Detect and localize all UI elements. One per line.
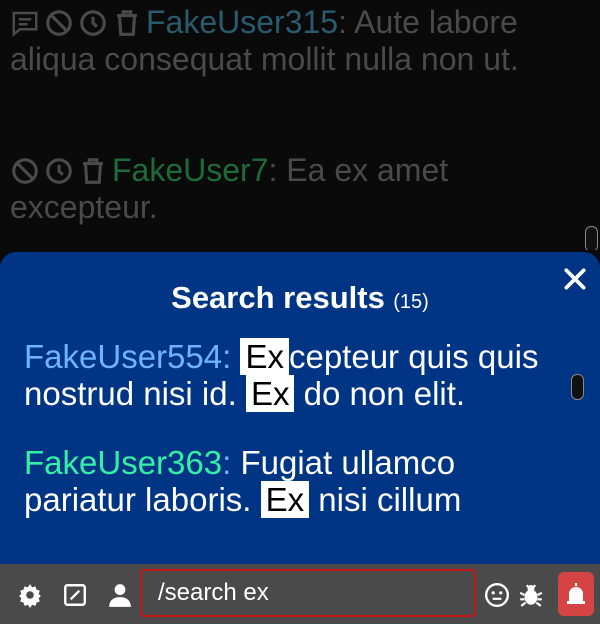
results-list: FakeUser554: Ex cepteur quis quis nostrud…	[24, 338, 554, 550]
trash-icon[interactable]	[78, 156, 108, 186]
chat-message: FakeUser315: Aute labore aliqua consequa…	[10, 4, 570, 78]
result-username[interactable]: FakeUser554	[24, 338, 222, 375]
edit-button[interactable]	[62, 582, 88, 608]
trash-icon[interactable]	[112, 8, 142, 38]
search-result: FakeUser554: Ex cepteur quis quis nostrud…	[24, 338, 554, 412]
chat-message: FakeUser7: Ea ex amet excepteur.	[10, 152, 570, 226]
settings-icon[interactable]	[17, 582, 43, 608]
match-highlight: Ex	[240, 338, 289, 375]
results-scrollbar[interactable]	[571, 374, 584, 400]
chat-username[interactable]: FakeUser315	[146, 4, 338, 40]
search-results-panel: Search results (15) FakeUser554: Ex cepte…	[0, 252, 600, 564]
settings-button[interactable]	[17, 582, 43, 608]
chat-icon[interactable]	[10, 8, 40, 38]
close-button[interactable]	[562, 266, 588, 292]
chat-scrollbar[interactable]	[585, 226, 598, 250]
panel-title-text: Search results	[171, 280, 385, 315]
bug-icon[interactable]	[518, 582, 544, 608]
user-button[interactable]	[107, 582, 133, 608]
clock-icon[interactable]	[44, 156, 74, 186]
emoji-button[interactable]	[484, 582, 510, 608]
alert-button[interactable]	[558, 572, 594, 616]
match-highlight: Ex	[260, 481, 310, 518]
message-actions	[10, 4, 146, 41]
bug-report-button[interactable]	[518, 582, 544, 608]
match-highlight: Ex	[245, 375, 295, 412]
ban-icon[interactable]	[10, 156, 40, 186]
chat-log: FakeUser315: Aute labore aliqua consequa…	[0, 0, 600, 250]
chat-input[interactable]	[140, 569, 476, 617]
input-bar	[0, 564, 600, 624]
result-count: (15)	[393, 291, 429, 313]
result-colon: :	[222, 444, 232, 481]
search-result: FakeUser363: Fugiat ullamco pariatur lab…	[24, 444, 554, 518]
message-actions	[10, 152, 112, 189]
close-icon[interactable]	[562, 266, 588, 292]
result-username[interactable]: FakeUser363	[24, 444, 222, 481]
alert-icon[interactable]	[564, 582, 588, 606]
emoji-icon[interactable]	[484, 582, 510, 608]
edit-icon[interactable]	[62, 582, 88, 608]
chat-username[interactable]: FakeUser7	[112, 152, 269, 188]
user-icon[interactable]	[107, 582, 133, 608]
result-text: nisi cillum	[309, 481, 462, 518]
ban-icon[interactable]	[44, 8, 74, 38]
result-colon: :	[222, 338, 232, 375]
clock-icon[interactable]	[78, 8, 108, 38]
panel-title: Search results (15)	[0, 280, 600, 316]
result-text: do non elit.	[294, 375, 466, 412]
